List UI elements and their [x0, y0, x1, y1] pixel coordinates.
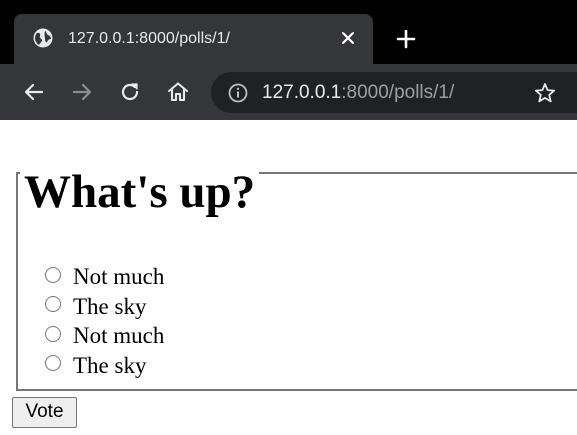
url-text[interactable]: 127.0.0.1:8000/polls/1/ — [262, 81, 454, 105]
choice-option[interactable]: Not much — [44, 262, 164, 292]
choice-option[interactable]: The sky — [44, 292, 164, 322]
browser-toolbar: 127.0.0.1:8000/polls/1/ — [0, 64, 577, 120]
choice-radio[interactable] — [45, 325, 61, 342]
vote-button[interactable]: Vote — [12, 397, 77, 428]
info-icon[interactable] — [227, 82, 249, 104]
browser-tab[interactable]: 127.0.0.1:8000/polls/1/ — [14, 14, 373, 64]
choice-label: Not much — [73, 323, 165, 349]
choice-option[interactable]: The sky — [44, 351, 164, 381]
choice-radio[interactable] — [45, 266, 61, 283]
home-icon[interactable] — [166, 80, 190, 104]
page-content: What's up? Not much The sky Not much The… — [0, 120, 577, 435]
plus-icon[interactable] — [395, 28, 417, 50]
choice-list: Not much The sky Not much The sky — [44, 262, 164, 380]
close-icon[interactable] — [339, 29, 357, 47]
choice-label: Not much — [73, 264, 165, 290]
choice-label: The sky — [73, 293, 147, 319]
url-host: 127.0.0.1 — [262, 82, 342, 103]
choice-option[interactable]: Not much — [44, 321, 164, 351]
choice-radio[interactable] — [45, 296, 61, 313]
star-icon[interactable] — [533, 81, 557, 105]
forward-arrow-icon[interactable] — [70, 80, 94, 104]
reload-icon[interactable] — [118, 80, 142, 104]
poll-question: What's up? — [20, 162, 260, 222]
choice-radio[interactable] — [45, 355, 61, 372]
address-bar[interactable]: 127.0.0.1:8000/polls/1/ — [211, 72, 577, 113]
globe-icon — [33, 28, 53, 48]
choice-label: The sky — [73, 352, 147, 378]
tab-title: 127.0.0.1:8000/polls/1/ — [68, 30, 230, 47]
url-path: :8000/polls/1/ — [341, 82, 455, 103]
back-arrow-icon[interactable] — [22, 80, 46, 104]
tab-strip: 127.0.0.1:8000/polls/1/ — [0, 0, 577, 64]
